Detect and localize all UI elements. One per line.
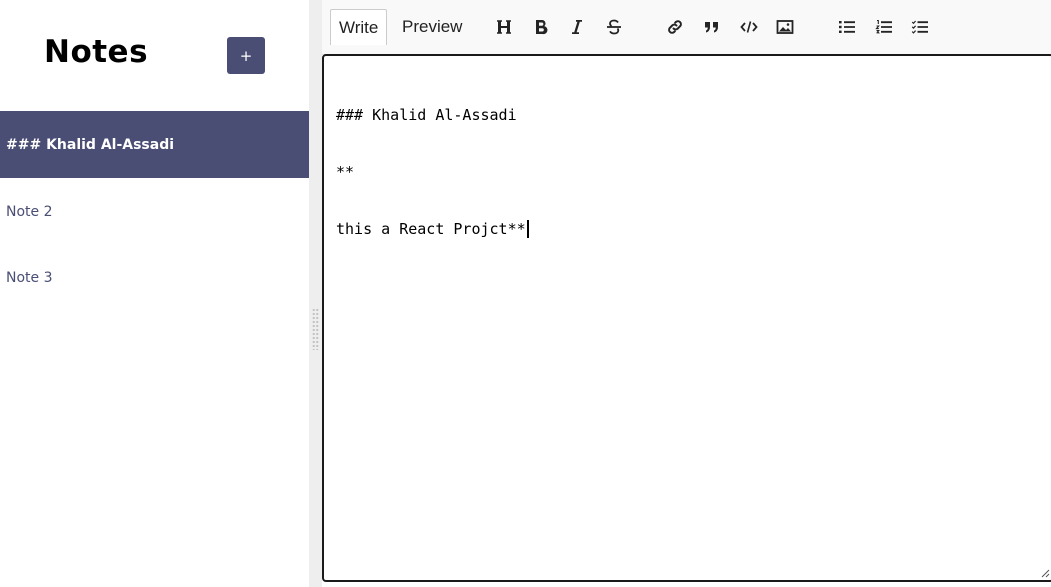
resize-grip-icon[interactable] [1040, 568, 1050, 578]
sidebar: Notes + ### Khalid Al-Assadi Note 2 Note… [0, 0, 309, 587]
content-line: ** [336, 163, 355, 181]
gutter-drag-handle[interactable] [312, 308, 319, 350]
header-icon[interactable] [493, 16, 515, 38]
unordered-list-icon[interactable] [836, 16, 858, 38]
markdown-textarea[interactable]: ### Khalid Al-Assadi ** this a React Pro… [322, 54, 1051, 582]
checked-list-icon[interactable] [909, 16, 931, 38]
note-item-2[interactable]: Note 2 [0, 178, 309, 245]
tab-preview[interactable]: Preview [394, 9, 470, 45]
content-line: ### Khalid Al-Assadi [336, 106, 517, 124]
italic-icon[interactable] [566, 16, 588, 38]
editor-toolbar: Write Preview [322, 0, 1051, 55]
code-icon[interactable] [738, 16, 760, 38]
markdown-editor: Write Preview ### Khalid Al-Assadi ** th… [322, 0, 1051, 587]
image-icon[interactable] [774, 16, 796, 38]
note-title: Note 3 [6, 269, 53, 286]
ordered-list-icon[interactable] [873, 16, 895, 38]
sidebar-header: Notes + [0, 0, 309, 111]
note-item-3[interactable]: Note 3 [0, 244, 309, 311]
content-line-with-caret: this a React Projct** [336, 220, 1036, 239]
quote-icon[interactable] [701, 16, 723, 38]
note-item-1[interactable]: ### Khalid Al-Assadi [0, 111, 309, 178]
text-caret [526, 220, 529, 238]
bold-icon[interactable] [530, 16, 552, 38]
add-note-button[interactable]: + [227, 37, 265, 74]
note-title: ### Khalid Al-Assadi [6, 136, 175, 153]
textarea-content[interactable]: ### Khalid Al-Assadi ** this a React Pro… [336, 68, 1036, 277]
split-gutter[interactable] [309, 0, 322, 587]
content-line: this a React Projct** [336, 220, 526, 238]
note-title: Note 2 [6, 203, 53, 220]
sidebar-title: Notes [44, 34, 149, 70]
link-icon[interactable] [664, 16, 686, 38]
strikethrough-icon[interactable] [603, 16, 625, 38]
tab-write[interactable]: Write [330, 9, 388, 45]
